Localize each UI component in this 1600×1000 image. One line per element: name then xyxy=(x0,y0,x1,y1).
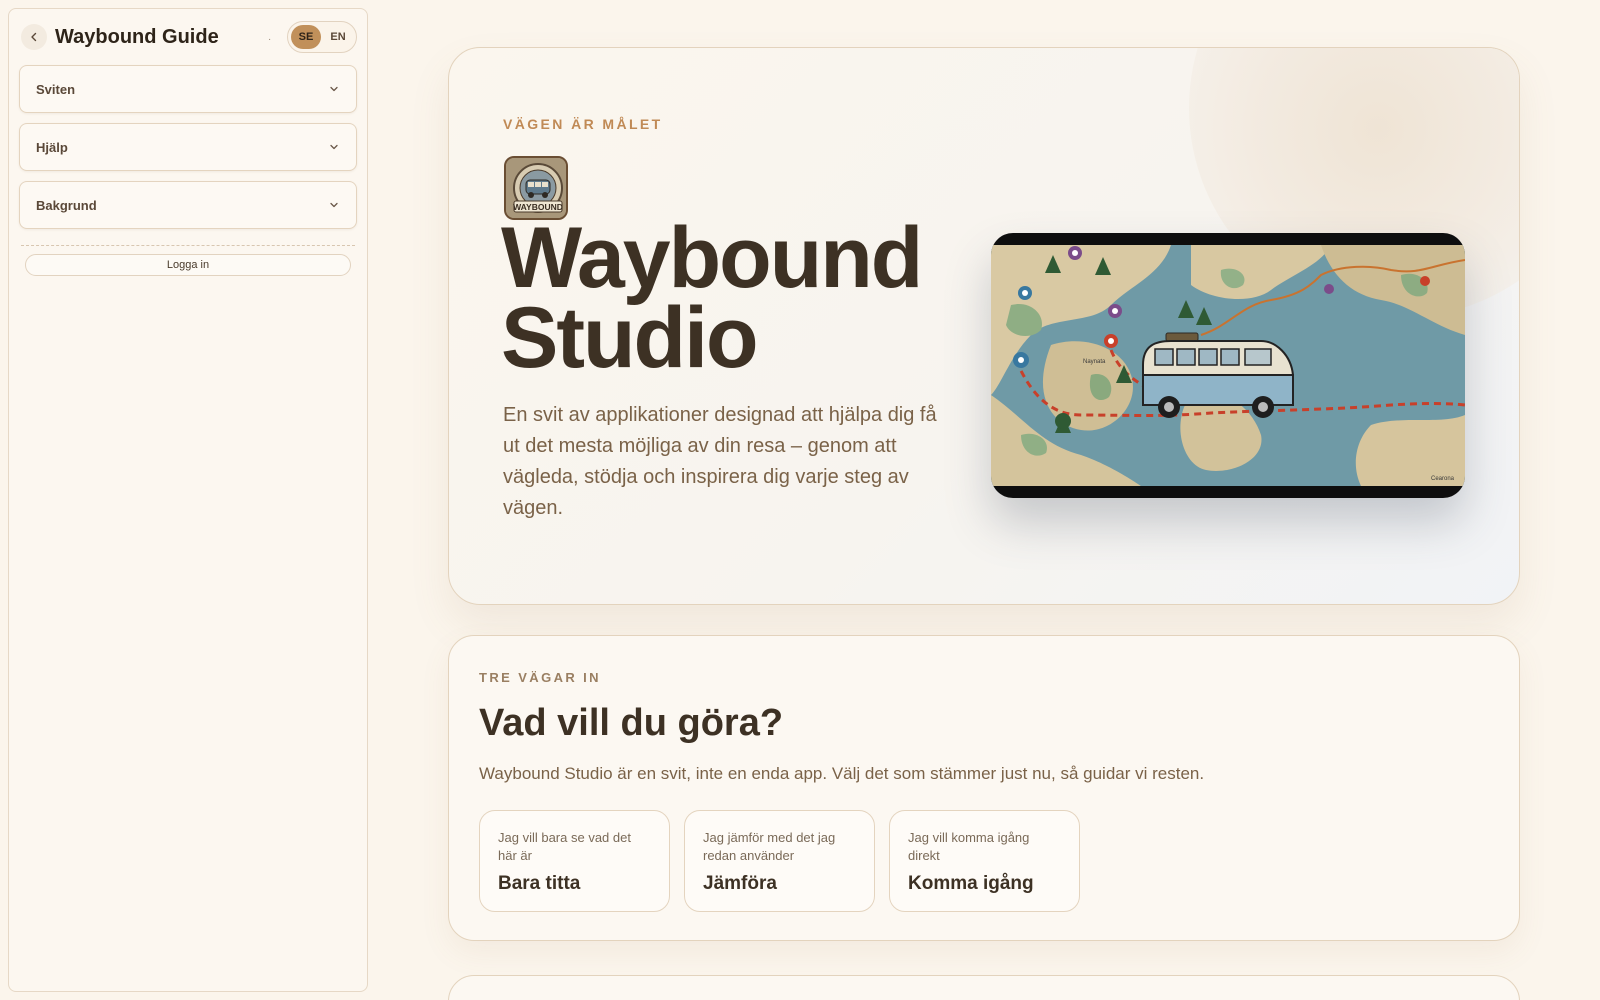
choice-bara-titta[interactable]: Jag vill bara se vad det här är Bara tit… xyxy=(479,810,670,912)
hero-description: En svit av applikationer designad att hj… xyxy=(503,404,937,519)
hero-card: VÄGEN ÄR MÅLET WAYBOUND Waybound Studio … xyxy=(448,47,1520,605)
map-label-cearona: Cearona xyxy=(1431,476,1455,482)
choice-subtitle: Jag vill bara se vad det här är xyxy=(498,830,631,863)
accordion-label: Hjälp xyxy=(36,139,68,155)
accordion-sviten[interactable]: Sviten xyxy=(19,65,357,113)
accordion-label: Bakgrund xyxy=(36,197,97,213)
sidebar-divider xyxy=(21,245,355,246)
choice-subtitle: Jag vill komma igång direkt xyxy=(908,830,1030,863)
lang-en-button[interactable]: EN xyxy=(323,25,353,49)
chevron-left-icon xyxy=(31,32,37,42)
language-toggle: SE EN xyxy=(287,21,357,53)
choice-title: Bara titta xyxy=(498,873,581,894)
choice-title: Jämföra xyxy=(703,873,777,894)
paths-title: Vad vill du göra? xyxy=(479,702,784,744)
choice-jamfora[interactable]: Jag jämför med det jag redan använder Jä… xyxy=(684,810,875,912)
sidebar-title: Waybound Guide xyxy=(55,25,219,48)
back-button[interactable] xyxy=(21,24,47,50)
map-label-naynata: Naynata xyxy=(1083,359,1106,365)
sidebar: Waybound Guide . SE EN Sviten Hjälp Bakg… xyxy=(8,8,368,992)
accordion-bakgrund[interactable]: Bakgrund xyxy=(19,181,357,229)
accordion-label: Sviten xyxy=(36,81,76,97)
sidebar-dot: . xyxy=(268,31,271,43)
chevron-down-icon xyxy=(330,202,338,208)
choice-komma-igang[interactable]: Jag vill komma igång direkt Komma igång xyxy=(889,810,1080,912)
chevron-down-icon xyxy=(330,86,338,92)
choice-title: Komma igång xyxy=(908,873,1034,894)
hero-map-illustration: Naynata Cearona xyxy=(991,233,1465,498)
hero-title-line2: Studio xyxy=(501,290,759,386)
hero-eyebrow: VÄGEN ÄR MÅLET xyxy=(503,116,663,132)
paths-card: TRE VÄGAR IN Vad vill du göra? Waybound … xyxy=(448,635,1520,941)
choice-list: Jag vill bara se vad det här är Bara tit… xyxy=(479,810,1080,912)
chevron-down-icon xyxy=(330,144,338,150)
hero-title-line1: Waybound xyxy=(501,210,923,306)
choice-subtitle: Jag jämför med det jag redan använder xyxy=(703,830,836,863)
hero-title: Waybound Studio xyxy=(501,210,923,386)
paths-description: Waybound Studio är en svit, inte en enda… xyxy=(479,764,1205,783)
accordion-hjalp[interactable]: Hjälp xyxy=(19,123,357,171)
sidebar-header: Waybound Guide . SE EN xyxy=(19,19,357,55)
login-button[interactable]: Logga in xyxy=(25,254,351,276)
paths-eyebrow: TRE VÄGAR IN xyxy=(479,670,601,685)
next-section-card xyxy=(448,975,1520,1000)
lang-se-button[interactable]: SE xyxy=(291,25,321,49)
